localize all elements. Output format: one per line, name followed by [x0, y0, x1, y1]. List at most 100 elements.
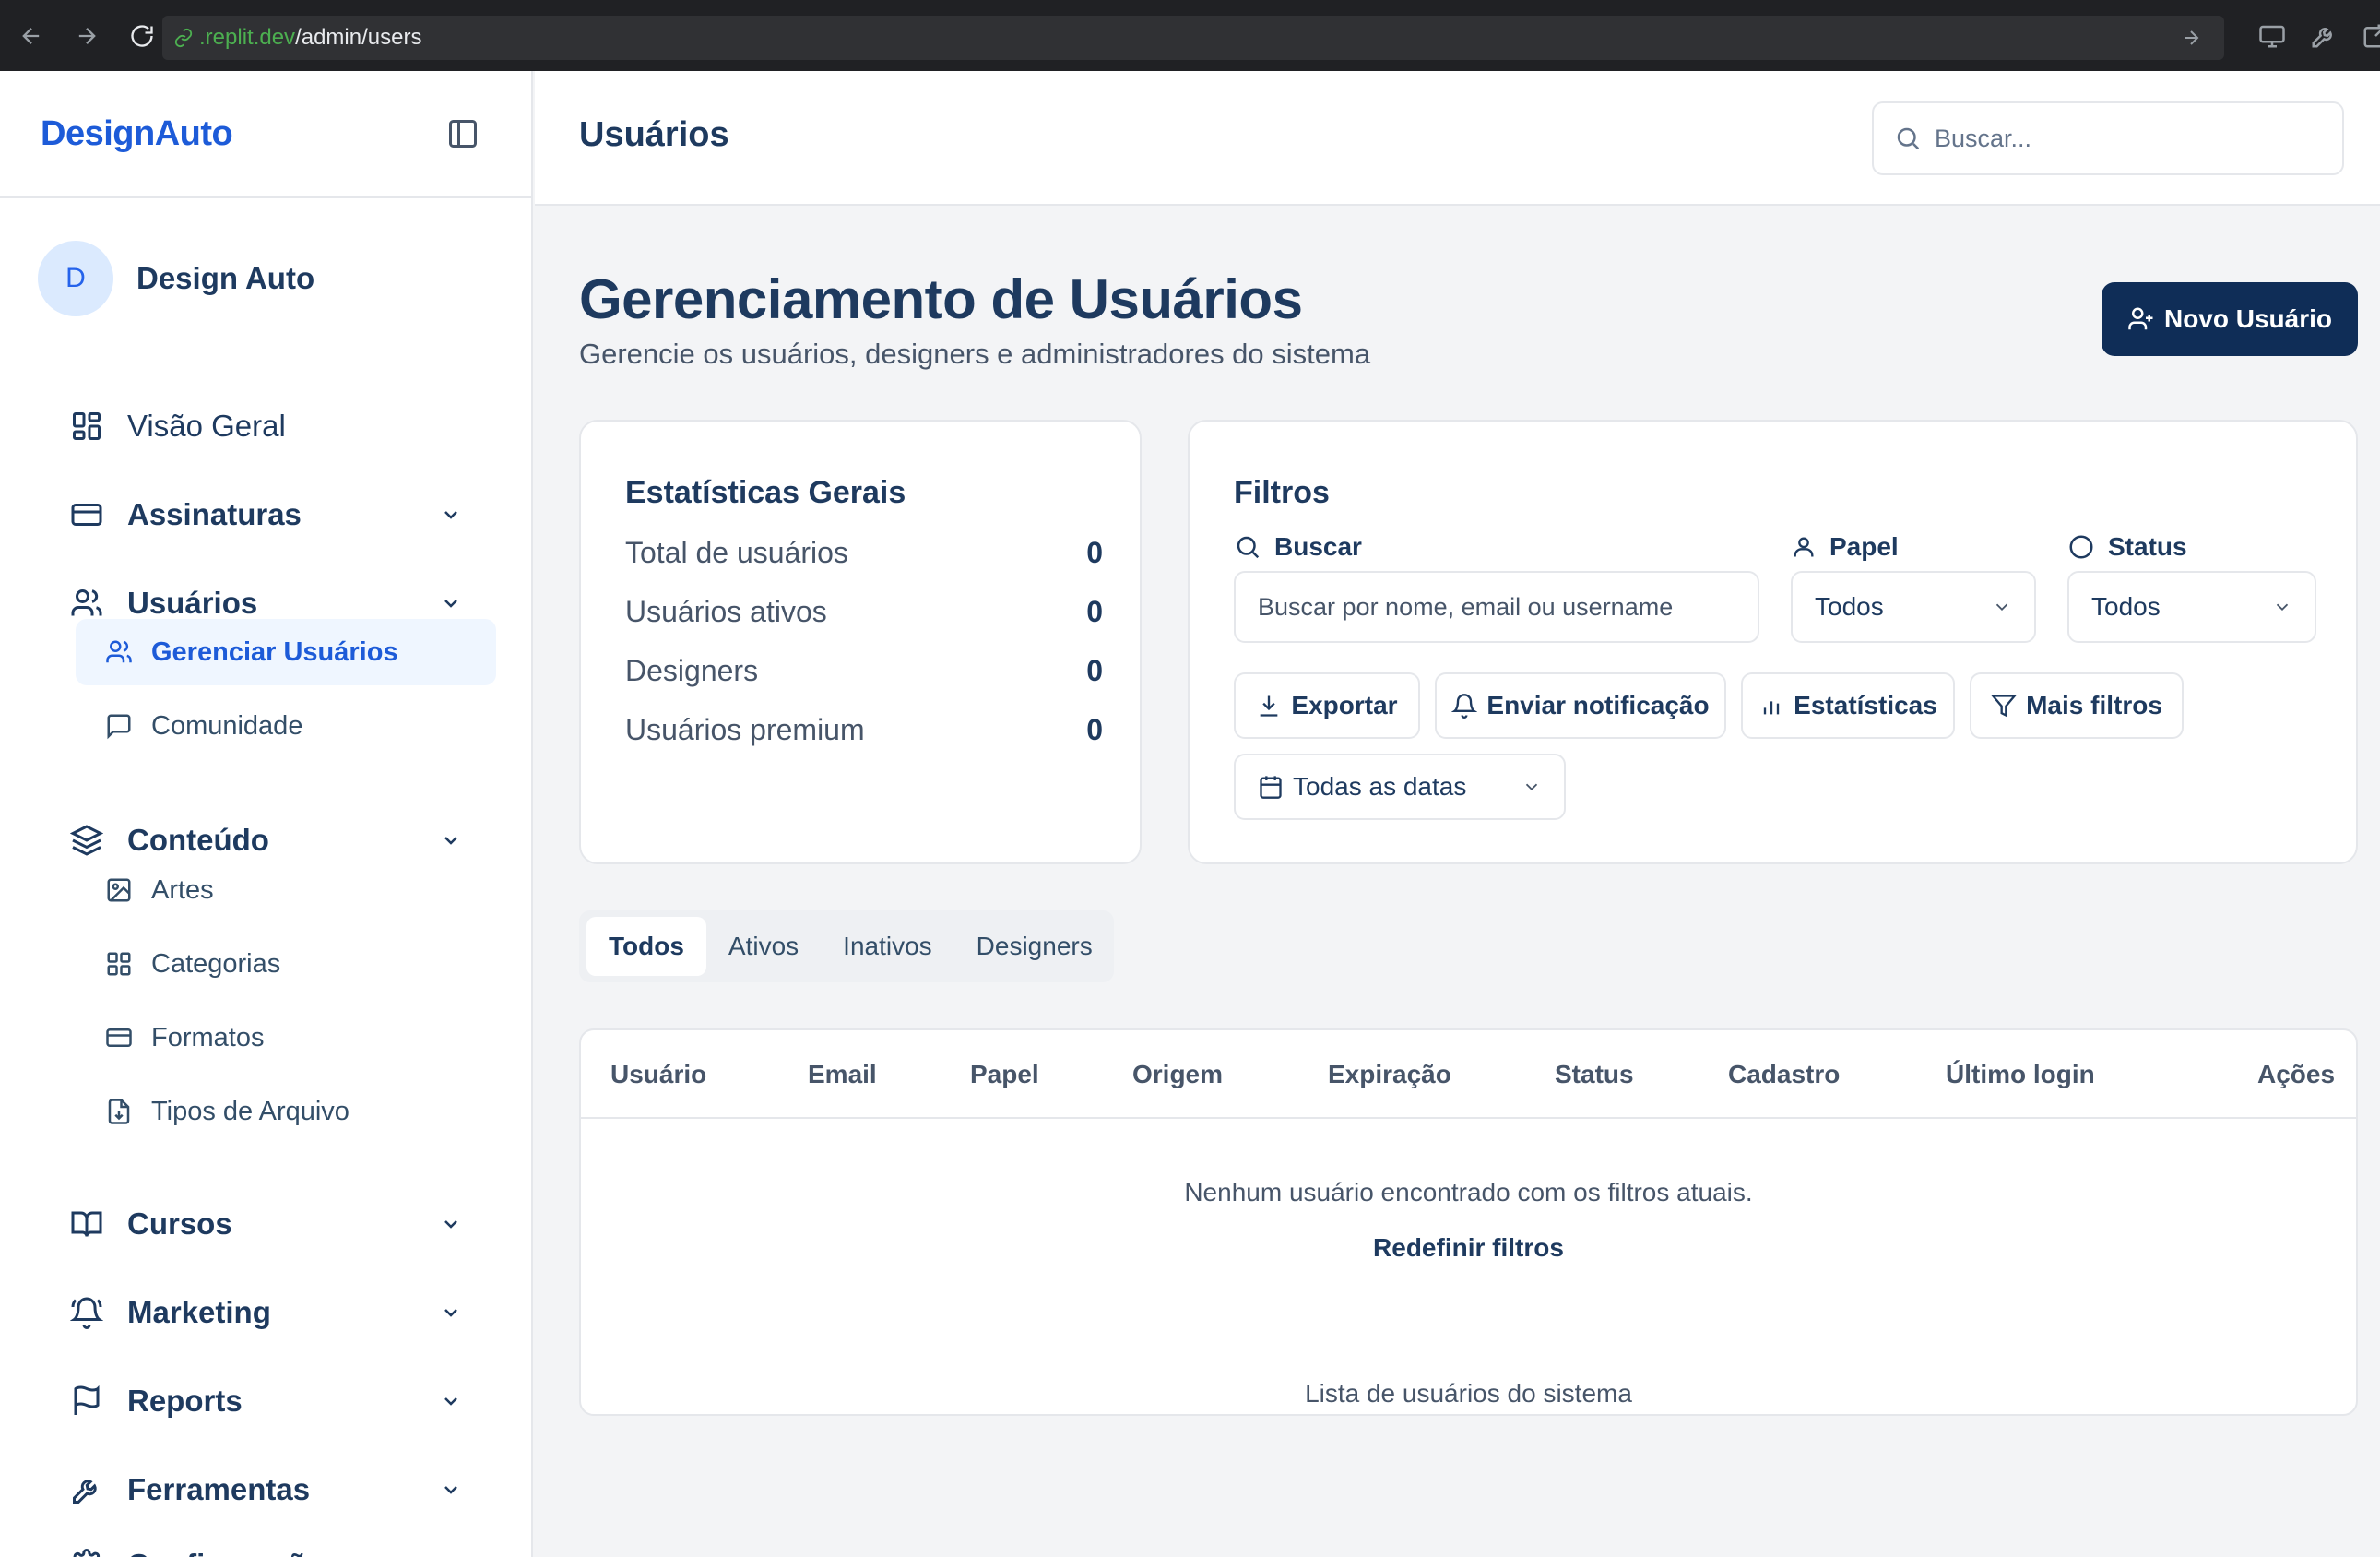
page-subtitle: Gerencie os usuários, designers e admini…	[579, 338, 1371, 370]
column-header[interactable]: Status	[1555, 1060, 1634, 1089]
screen-icon[interactable]	[2258, 22, 2286, 50]
users-icon	[68, 585, 105, 622]
status-select-value: Todos	[2091, 592, 2161, 621]
column-header[interactable]: Cadastro	[1728, 1060, 1840, 1089]
sidebar-item-overview[interactable]: Visão Geral	[68, 398, 465, 454]
sidebar-subitem-label: Gerenciar Usuários	[151, 636, 398, 667]
message-square-icon	[105, 712, 133, 740]
sidebar-item-courses[interactable]: Cursos	[68, 1196, 465, 1252]
sidebar-toggle-icon[interactable]	[446, 117, 480, 150]
more-filters-button[interactable]: Mais filtros	[1970, 672, 2184, 739]
sidebar-subitem-formats[interactable]: Formatos	[76, 1004, 496, 1071]
url-path: /admin/users	[295, 25, 422, 50]
column-header[interactable]: Origem	[1132, 1060, 1223, 1089]
search-filter-label: Buscar	[1234, 532, 1362, 562]
stat-label: Usuários ativos	[625, 595, 827, 628]
back-icon[interactable]	[7, 12, 55, 60]
sidebar-item-marketing[interactable]: Marketing	[68, 1285, 465, 1340]
brand-logo[interactable]: DesignAuto	[41, 114, 233, 154]
bell-ring-icon	[68, 1294, 105, 1331]
sidebar-item-subscriptions[interactable]: Assinaturas	[68, 487, 465, 542]
download-icon	[1256, 693, 1291, 719]
stat-row: Usuários premium 0	[625, 713, 1103, 747]
stat-value: 0	[1086, 713, 1103, 746]
column-header[interactable]: Papel	[970, 1060, 1039, 1089]
chevron-down-icon	[437, 589, 465, 617]
tab-active[interactable]: Ativos	[706, 917, 821, 976]
tab-designers[interactable]: Designers	[954, 917, 1115, 976]
stat-value: 0	[1086, 536, 1103, 569]
chevron-down-icon	[437, 1387, 465, 1415]
filter-icon	[1991, 693, 2026, 719]
statistics-button[interactable]: Estatísticas	[1741, 672, 1955, 739]
export-button[interactable]: Exportar	[1234, 672, 1420, 739]
chevron-down-icon	[437, 1476, 465, 1504]
new-user-label: Novo Usuário	[2163, 304, 2333, 333]
sidebar-header: DesignAuto	[0, 71, 531, 198]
url-host: .replit.dev	[199, 25, 296, 50]
new-user-button[interactable]: Novo Usuário	[2102, 282, 2358, 356]
header-title: Usuários	[579, 115, 729, 154]
role-select[interactable]: Todos	[1791, 571, 2036, 643]
wrench-tool-icon[interactable]	[2310, 22, 2338, 50]
sidebar-item-label: Configurações	[127, 1548, 437, 1557]
dashboard-icon	[68, 408, 105, 445]
sidebar-subitem-categories[interactable]: Categorias	[76, 931, 496, 997]
chevron-down-icon	[1522, 777, 1542, 797]
stats-card: Estatísticas Gerais Total de usuários 0 …	[579, 420, 1142, 864]
filter-search-input[interactable]: Buscar por nome, email ou username	[1234, 571, 1759, 643]
reset-filters-button[interactable]: Redefinir filtros	[581, 1233, 2356, 1263]
sidebar-subitem-arts[interactable]: Artes	[76, 857, 496, 923]
sidebar-subitem-label: Comunidade	[151, 710, 303, 741]
status-select[interactable]: Todos	[2067, 571, 2316, 643]
tab-all[interactable]: Todos	[586, 917, 706, 976]
date-range-select[interactable]: Todas as datas	[1234, 754, 1566, 820]
role-filter-label: Papel	[1791, 532, 1899, 562]
sidebar-subitem-manage-users[interactable]: Gerenciar Usuários	[76, 619, 496, 685]
sidebar-item-label: Ferramentas	[127, 1472, 311, 1506]
current-user[interactable]: D Design Auto	[0, 241, 531, 316]
column-header[interactable]: Email	[808, 1060, 877, 1089]
wrench-icon	[68, 1471, 105, 1508]
send-notification-button[interactable]: Enviar notificação	[1435, 672, 1726, 739]
open-external-icon[interactable]	[2362, 22, 2380, 50]
stat-row: Designers 0	[625, 654, 1103, 688]
table-header: Usuário Email Papel Origem Expiração Sta…	[581, 1030, 2356, 1119]
sidebar-item-label: Cursos	[127, 1206, 232, 1241]
address-bar[interactable]: .replit.dev/admin/users	[162, 16, 2224, 60]
file-icon	[105, 1098, 133, 1125]
stat-value: 0	[1086, 654, 1103, 687]
sidebar-subitem-label: Formatos	[151, 1022, 265, 1052]
filters-title: Filtros	[1234, 475, 1330, 510]
column-header[interactable]: Ações	[2257, 1060, 2335, 1089]
go-arrow-icon[interactable]	[2180, 27, 2202, 49]
tab-inactive[interactable]: Inativos	[821, 917, 954, 976]
sidebar-item-settings[interactable]: Configurações	[68, 1538, 465, 1557]
sidebar-subitem-label: Artes	[151, 874, 214, 905]
sidebar-item-tools[interactable]: Ferramentas	[68, 1462, 465, 1517]
filter-search-placeholder: Buscar por nome, email ou username	[1258, 592, 1674, 621]
avatar: D	[38, 241, 113, 316]
stat-label: Total de usuários	[625, 536, 848, 569]
search-input[interactable]	[1935, 124, 2303, 153]
credit-card-icon	[68, 496, 105, 533]
top-header: Usuários	[535, 71, 2380, 206]
forward-icon[interactable]	[63, 12, 111, 60]
sidebar-subitem-community[interactable]: Comunidade	[76, 693, 496, 759]
reload-icon[interactable]	[118, 12, 166, 60]
circle-icon	[2067, 533, 2108, 561]
grid-icon	[105, 950, 133, 978]
column-header[interactable]: Último login	[1946, 1060, 2095, 1089]
search-icon	[1894, 125, 1922, 152]
browser-toolbar: .replit.dev/admin/users	[0, 0, 2380, 71]
sidebar-item-label: Conteúdo	[127, 823, 269, 857]
table-caption: Lista de usuários do sistema	[1305, 1379, 1632, 1408]
column-header[interactable]: Usuário	[610, 1060, 706, 1089]
global-search[interactable]	[1872, 101, 2344, 175]
column-header[interactable]: Expiração	[1328, 1060, 1451, 1089]
sidebar-item-reports[interactable]: Reports	[68, 1373, 465, 1429]
stat-row: Total de usuários 0	[625, 536, 1103, 570]
chevron-down-icon	[437, 1210, 465, 1238]
sidebar-subitem-file-types[interactable]: Tipos de Arquivo	[76, 1078, 496, 1145]
calendar-icon	[1258, 774, 1284, 800]
